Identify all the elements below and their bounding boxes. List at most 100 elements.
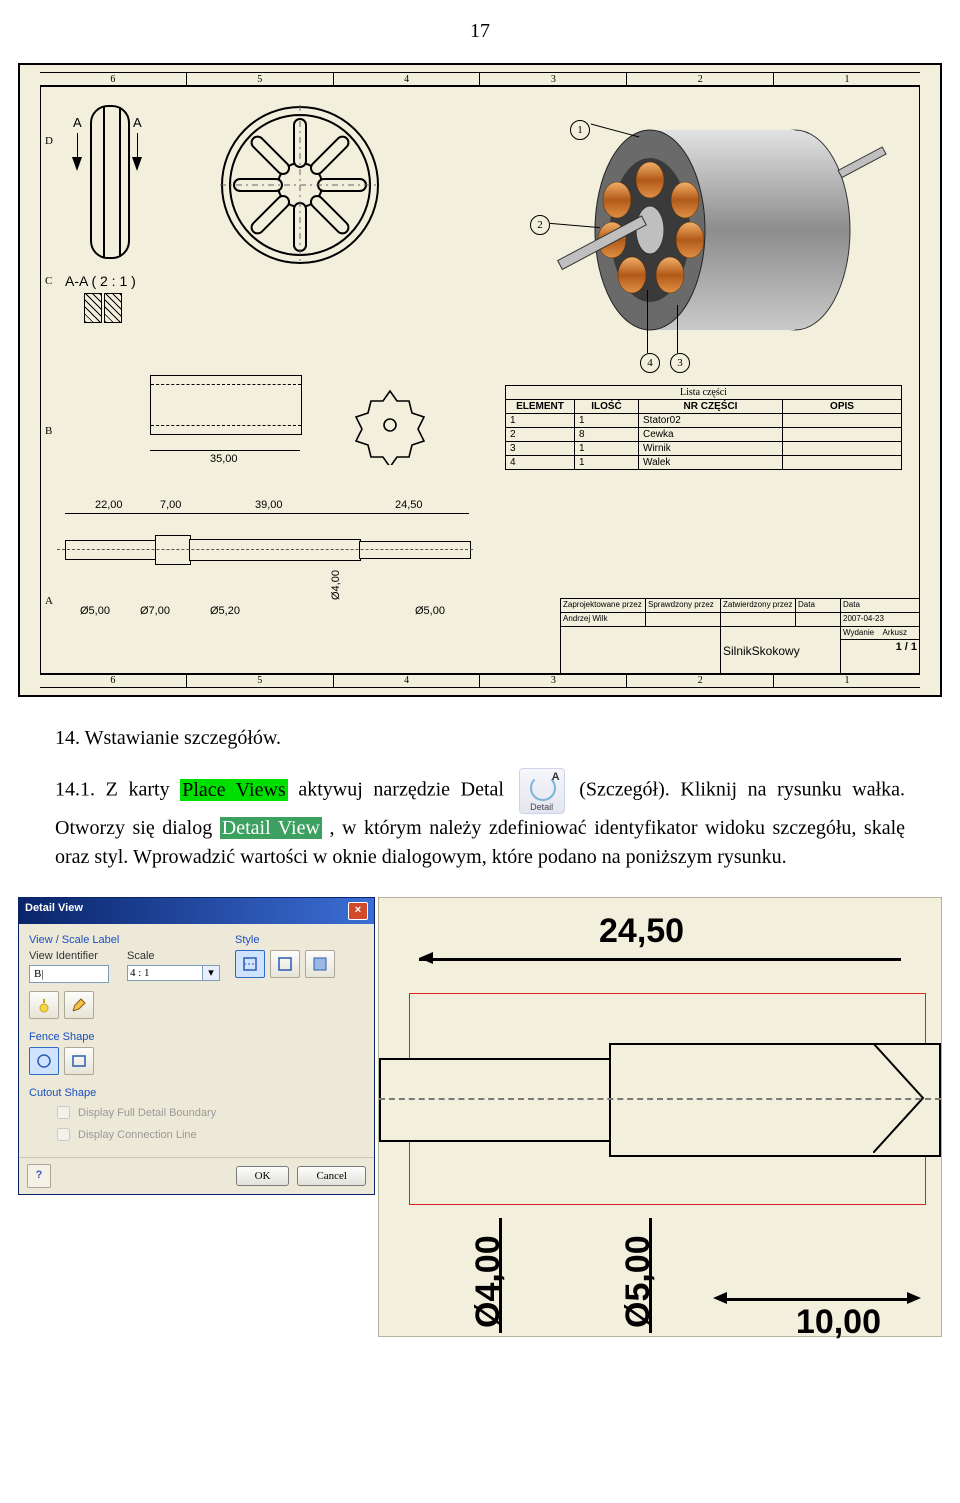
shaft-view	[65, 535, 465, 563]
dimension-value: Ø7,00	[140, 605, 170, 617]
detail-view-dialog: Detail View × View / Scale Label View Id…	[18, 897, 375, 1195]
dimension-value: Ø4,00	[330, 570, 342, 600]
group-label: Fence Shape	[29, 1031, 364, 1043]
dimension-value: Ø5,00	[619, 1235, 658, 1328]
dimension-value: Ø4,00	[469, 1235, 508, 1328]
group-label: Style	[235, 934, 337, 946]
dimension-value: 24,50	[599, 912, 684, 951]
section-hatch	[104, 293, 122, 323]
checkbox-connection-line[interactable]: Display Connection Line	[53, 1125, 364, 1144]
highlight-teal: Detail View	[220, 817, 322, 839]
coil-side-view	[150, 375, 302, 435]
balloon: 2	[530, 215, 550, 235]
text-run: aktywuj narzędzie Detal	[298, 779, 514, 801]
cancel-button[interactable]: Cancel	[297, 1166, 366, 1186]
dimension-value: 22,00	[95, 499, 123, 511]
row-label: B	[45, 425, 52, 437]
arrow-icon	[72, 157, 82, 171]
ruler-cell: 6	[40, 674, 187, 687]
field-label: Scale	[127, 950, 220, 962]
style-shaded-button[interactable]	[305, 950, 335, 978]
dimension-line	[189, 513, 359, 514]
technical-drawing-figure: 6 5 4 3 2 1 6 5 4 3 2 1 D C B A A A A-A …	[18, 63, 942, 697]
table-header: ILOŚĆ	[575, 400, 639, 414]
checkbox-label: Display Full Detail Boundary	[78, 1107, 216, 1119]
ruler-bottom: 6 5 4 3 2 1	[40, 673, 920, 688]
dialog-title-text: Detail View	[25, 902, 83, 920]
parts-list: Lista części ELEMENT ILOŚĆ NR CZĘŚCI OPI…	[505, 385, 902, 470]
dimension-value: Ø5,20	[210, 605, 240, 617]
row-label: C	[45, 275, 52, 287]
row-label: A	[45, 595, 53, 607]
instruction-paragraph: 14.1. Z karty Place Views aktywuj narzęd…	[55, 768, 905, 872]
dimension-line	[155, 513, 189, 514]
dimension-line	[150, 450, 300, 451]
detail-tool-icon: Detail	[519, 768, 565, 814]
checkbox-label: Display Connection Line	[78, 1129, 197, 1141]
leader-line	[647, 290, 648, 353]
balloon: 4	[640, 353, 660, 373]
slot-view	[90, 105, 130, 259]
ruler-cell: 2	[627, 674, 774, 687]
balloon: 1	[570, 120, 590, 140]
section-arrow-label: A	[73, 115, 82, 130]
ruler-cell: 5	[187, 674, 334, 687]
toggle-label-visibility-button[interactable]	[29, 991, 59, 1019]
section-hatch	[84, 293, 102, 323]
table-row: 31Wirnik	[506, 442, 902, 456]
dimension-line	[359, 513, 469, 514]
ruler-cell: 4	[334, 674, 481, 687]
checkbox-input[interactable]	[57, 1106, 70, 1119]
ruler-cell: 1	[774, 674, 920, 687]
checkbox-input[interactable]	[57, 1128, 70, 1141]
checkbox-full-boundary[interactable]: Display Full Detail Boundary	[53, 1103, 364, 1122]
style-hidden-lines-button[interactable]	[235, 950, 265, 978]
group-label: Cutout Shape	[29, 1087, 364, 1099]
table-row: 28Cewka	[506, 428, 902, 442]
scale-select[interactable]	[127, 965, 203, 981]
group-label: View / Scale Label	[29, 934, 209, 946]
dimension-value: 10,00	[796, 1303, 881, 1342]
edit-label-button[interactable]	[64, 991, 94, 1019]
table-header: OPIS	[783, 400, 902, 414]
table-header: ELEMENT	[506, 400, 575, 414]
balloon: 3	[670, 353, 690, 373]
stator-wheel-view	[220, 105, 380, 265]
dimension-value: Ø5,00	[415, 605, 445, 617]
parts-list-caption: Lista części	[505, 385, 902, 399]
style-no-hidden-button[interactable]	[270, 950, 300, 978]
dimension-value: 39,00	[255, 499, 283, 511]
parts-list-table: ELEMENT ILOŚĆ NR CZĘŚCI OPIS 11Stator02 …	[505, 399, 902, 470]
dimension-value: 7,00	[160, 499, 181, 511]
section-heading: 14. Wstawianie szczegółów.	[55, 727, 905, 750]
ok-button[interactable]: OK	[236, 1166, 290, 1186]
dimension-value: 35,00	[210, 453, 238, 465]
fence-circle-button[interactable]	[29, 1047, 59, 1075]
dimension-value: Ø5,00	[80, 605, 110, 617]
dialog-figure: Detail View × View / Scale Label View Id…	[18, 897, 942, 1337]
section-label: A-A ( 2 : 1 )	[65, 273, 136, 289]
dialog-titlebar: Detail View ×	[19, 898, 374, 924]
fence-rect-button[interactable]	[64, 1047, 94, 1075]
help-button[interactable]: ?	[27, 1164, 51, 1188]
arrow-icon	[132, 157, 142, 171]
table-header: NR CZĘŚCI	[639, 400, 783, 414]
title-block: Zaprojektowane przez Sprawdzony przez Za…	[560, 598, 920, 675]
text-run: 14.1. Z karty	[55, 779, 180, 801]
view-identifier-input[interactable]	[29, 965, 109, 983]
drawing-preview: 24,50 Ø4,00 Ø5,00 10,00	[378, 897, 942, 1337]
rotor-gear-view	[350, 385, 430, 465]
section-arrow-label: A	[133, 115, 142, 130]
table-row: 11Stator02	[506, 414, 902, 428]
highlight-green: Place Views	[180, 779, 287, 801]
page-number: 17	[0, 20, 960, 43]
ruler-cell: 3	[480, 674, 627, 687]
row-label: D	[45, 135, 53, 147]
table-row: 41Walek	[506, 456, 902, 470]
leader-line	[677, 305, 678, 353]
close-button[interactable]: ×	[348, 902, 368, 920]
dimension-value: 24,50	[395, 499, 423, 511]
isometric-render	[540, 100, 900, 385]
field-label: View Identifier	[29, 950, 109, 962]
dropdown-arrow-icon[interactable]: ▾	[203, 965, 220, 981]
